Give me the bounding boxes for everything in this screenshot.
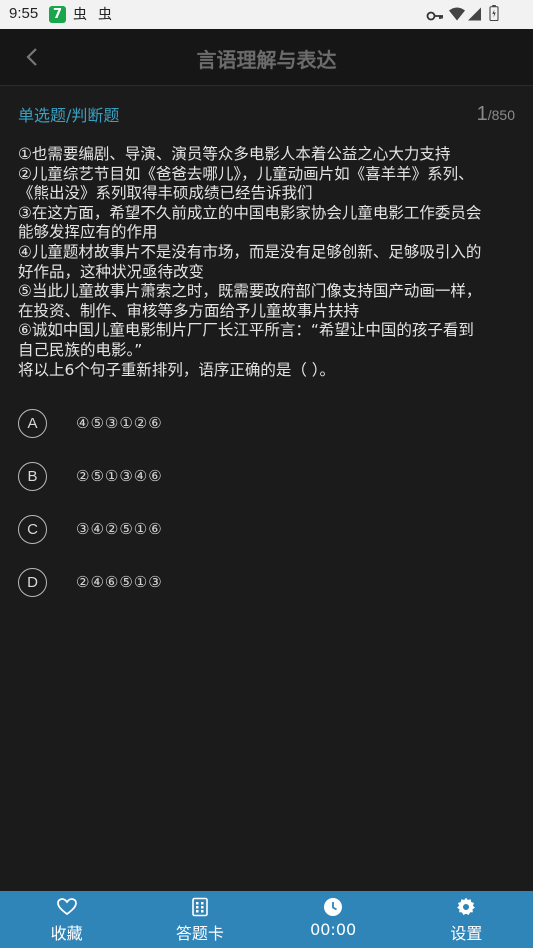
stem-line: ⑥诚如中国儿童电影制片厂厂长江平所言：“希望让中国的孩子看到	[18, 321, 474, 340]
total-question-count: /850	[487, 107, 515, 123]
stem-line: ①也需要编剧、导演、演员等众多电影人本着公益之心大力支持	[18, 145, 451, 163]
option-letter-b: B	[18, 462, 47, 491]
stem-line: 自己民族的电影。”	[18, 340, 143, 359]
stem-line: ④儿童题材故事片不是没有市场，而是没有足够创新、足够吸引入的	[18, 242, 482, 261]
stem-line: 好作品，这种状况亟待改变	[18, 262, 205, 281]
tab-label: 设置	[450, 924, 483, 943]
timer-label: 00:00	[310, 920, 357, 939]
option-text: ④⑤③①②⑥	[76, 414, 163, 432]
stem-line: ②儿童综艺节目如《爸爸去哪儿》，儿童动画片如《喜羊羊》系列、	[18, 164, 474, 183]
heart-icon	[56, 898, 77, 916]
option-c[interactable]: C ③④②⑤①⑥	[18, 515, 498, 547]
status-time: 9:55	[9, 5, 39, 22]
option-letter-d: D	[18, 568, 47, 597]
bottom-nav: 收藏 答题卡 00:00 设置	[0, 891, 533, 948]
tab-label: 答题卡	[175, 924, 224, 943]
question-type-label: 单选题/判断题	[18, 106, 120, 125]
key-icon	[426, 11, 443, 21]
option-b[interactable]: B ②⑤①③④⑥	[18, 462, 498, 494]
option-text: ②④⑥⑤①③	[76, 573, 163, 591]
app-badge-icon: 7	[49, 6, 66, 23]
bug-icon: 虫	[98, 7, 112, 23]
page-title: 言语理解与表达	[196, 48, 337, 72]
option-letter-a: A	[18, 409, 47, 438]
tab-timer[interactable]: 00:00	[267, 891, 400, 948]
tab-settings[interactable]: 设置	[400, 891, 533, 948]
option-text: ②⑤①③④⑥	[76, 467, 163, 485]
option-d[interactable]: D ②④⑥⑤①③	[18, 568, 498, 600]
tab-answer-card[interactable]: 答题卡	[133, 891, 266, 948]
wifi-icon	[449, 7, 465, 21]
stem-line: 能够发挥应有的作用	[18, 223, 158, 242]
stem-line: ⑤当此儿童故事片萧索之时，既需要政府部门像支持国产动画一样，	[18, 282, 482, 301]
tab-favorite[interactable]: 收藏	[0, 891, 133, 948]
current-question-number: 1	[476, 103, 488, 125]
stem-line: 在投资、制作、审核等多方面给予儿童故事片扶持	[18, 301, 360, 320]
question-stem: ①也需要编剧、导演、演员等众多电影人本着公益之心大力支持 ②儿童综艺节目如《爸爸…	[18, 145, 518, 380]
status-bar: 9:55 7 虫 虫	[0, 0, 533, 29]
option-letter-c: C	[18, 515, 47, 544]
stem-line: 将以上6个句子重新排列，语序正确的是（ ）。	[18, 360, 336, 379]
signal-icon	[468, 7, 481, 21]
stem-line: ③在这方面，希望不久前成立的中国电影家协会儿童电影工作委员会	[18, 203, 482, 222]
bug-icon: 虫	[73, 7, 87, 23]
clock-icon	[324, 898, 343, 916]
answer-card-icon	[192, 897, 208, 917]
question-counter: 1/850	[477, 103, 515, 126]
app-header: 言语理解与表达	[0, 29, 533, 86]
stem-line: 《熊出没》系列取得丰硕成绩已经告诉我们	[18, 184, 313, 203]
option-text: ③④②⑤①⑥	[76, 520, 163, 538]
tab-label: 收藏	[50, 924, 83, 943]
option-a[interactable]: A ④⑤③①②⑥	[18, 409, 498, 441]
gear-icon	[457, 897, 476, 915]
battery-icon	[489, 5, 499, 21]
